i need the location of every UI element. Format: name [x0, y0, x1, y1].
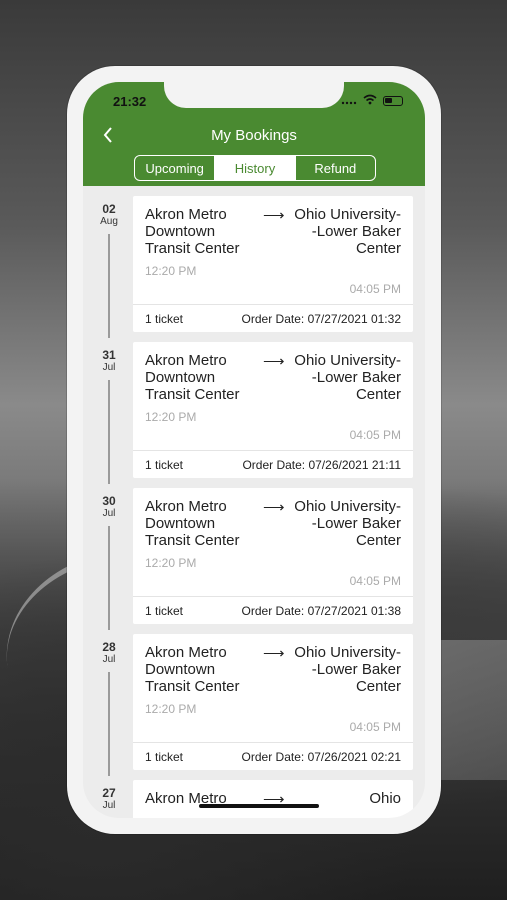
departure-time: 12:20 PM	[145, 556, 197, 570]
booking-day: 31	[102, 348, 116, 362]
destination-station: Ohio University--Lower Baker Center	[294, 644, 401, 695]
booking-day: 27	[102, 786, 116, 800]
booking-row: 31 Jul Akron Metro Downtown Transit Cent…	[83, 342, 425, 494]
card-divider	[133, 596, 413, 597]
app-header: 21:32 My Bookings Upcoming History Refun…	[83, 82, 425, 186]
long-arrow-right-icon: ⟶	[263, 207, 285, 224]
destination-station: Ohio University--Lower Baker Center	[294, 498, 401, 549]
app-screen: 21:32 My Bookings Upcoming History Refun…	[83, 82, 425, 818]
destination-station: Ohio University--Lower Baker Center	[294, 352, 401, 403]
origin-station: Akron Metro Downtown Transit Center	[145, 644, 240, 695]
booking-month: Jul	[102, 508, 116, 519]
phone-frame: 21:32 My Bookings Upcoming History Refun…	[67, 66, 441, 834]
card-divider	[133, 742, 413, 743]
tab-history[interactable]: History	[215, 156, 296, 180]
ticket-count: 1 ticket	[145, 312, 184, 326]
booking-card[interactable]: Akron Metro ⟶ Ohio	[133, 780, 413, 818]
booking-row: 27 Jul Akron Metro ⟶ Ohio	[83, 780, 425, 818]
long-arrow-right-icon: ⟶	[263, 499, 285, 516]
destination-station: Ohio University--Lower Baker Center	[294, 206, 401, 257]
timeline-line	[108, 380, 110, 484]
status-icons	[341, 94, 403, 108]
booking-month: Jul	[102, 800, 116, 811]
departure-time: 12:20 PM	[145, 264, 197, 278]
booking-date: 02 Aug	[99, 202, 119, 227]
card-divider	[133, 304, 413, 305]
booking-tabs: Upcoming History Refund	[134, 155, 376, 181]
arrival-time: 04:05 PM	[349, 428, 401, 442]
ticket-count: 1 ticket	[145, 458, 184, 472]
booking-date: 27 Jul	[99, 786, 119, 811]
status-time: 21:32	[113, 94, 147, 109]
booking-date: 31 Jul	[99, 348, 119, 373]
booking-row: 02 Aug Akron Metro Downtown Transit Cent…	[83, 196, 425, 348]
booking-card[interactable]: Akron Metro Downtown Transit Center ⟶ Oh…	[133, 342, 413, 478]
order-date: Order Date: 07/27/2021 01:32	[241, 312, 401, 326]
booking-date: 30 Jul	[99, 494, 119, 519]
home-indicator[interactable]	[199, 804, 319, 808]
arrival-time: 04:05 PM	[349, 720, 401, 734]
ticket-count: 1 ticket	[145, 604, 184, 618]
arrival-time: 04:05 PM	[349, 282, 401, 296]
booking-date: 28 Jul	[99, 640, 119, 665]
booking-month: Jul	[102, 362, 116, 373]
booking-month: Jul	[102, 654, 116, 665]
signal-icon	[341, 94, 357, 108]
arrival-time: 04:05 PM	[349, 574, 401, 588]
phone-notch	[164, 82, 344, 108]
order-date: Order Date: 07/27/2021 01:38	[241, 604, 401, 618]
booking-month: Aug	[100, 216, 118, 227]
origin-station: Akron Metro Downtown Transit Center	[145, 352, 240, 403]
booking-row: 28 Jul Akron Metro Downtown Transit Cent…	[83, 634, 425, 786]
tab-upcoming[interactable]: Upcoming	[135, 156, 216, 180]
timeline-line	[108, 234, 110, 338]
booking-day: 02	[102, 202, 116, 216]
departure-time: 12:20 PM	[145, 702, 197, 716]
origin-station: Akron Metro Downtown Transit Center	[145, 498, 240, 549]
ticket-count: 1 ticket	[145, 750, 184, 764]
wifi-icon	[363, 94, 377, 108]
tab-refund[interactable]: Refund	[296, 156, 375, 180]
page-title: My Bookings	[211, 127, 297, 144]
booking-card[interactable]: Akron Metro Downtown Transit Center ⟶ Oh…	[133, 634, 413, 770]
booking-day: 28	[102, 640, 116, 654]
card-divider	[133, 450, 413, 451]
battery-icon	[383, 96, 403, 106]
booking-day: 30	[102, 494, 116, 508]
departure-time: 12:20 PM	[145, 410, 197, 424]
booking-row: 30 Jul Akron Metro Downtown Transit Cent…	[83, 488, 425, 640]
order-date: Order Date: 07/26/2021 02:21	[241, 750, 401, 764]
booking-card[interactable]: Akron Metro Downtown Transit Center ⟶ Oh…	[133, 488, 413, 624]
timeline-line	[108, 672, 110, 776]
booking-card[interactable]: Akron Metro Downtown Transit Center ⟶ Oh…	[133, 196, 413, 332]
long-arrow-right-icon: ⟶	[263, 645, 285, 662]
order-date: Order Date: 07/26/2021 21:11	[242, 458, 401, 472]
timeline-line	[108, 526, 110, 630]
origin-station: Akron Metro Downtown Transit Center	[145, 206, 240, 257]
long-arrow-right-icon: ⟶	[263, 353, 285, 370]
